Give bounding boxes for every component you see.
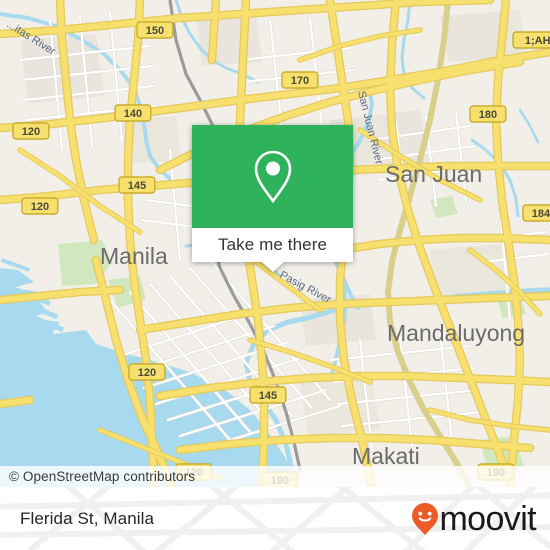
route-shield[interactable]: 120 <box>21 197 59 215</box>
route-shield[interactable]: 180 <box>469 105 507 123</box>
callout-tail-icon <box>261 262 284 272</box>
route-shield-label: 145 <box>259 390 277 402</box>
location-pin-icon <box>254 150 291 203</box>
take-me-there-label: Take me there <box>217 235 328 254</box>
place-title: Flerida St, Manila <box>20 508 155 528</box>
route-shield[interactable]: 145 <box>118 176 156 194</box>
map-place-label: Manila <box>100 243 168 269</box>
route-shield-label: 1;AH26 <box>525 35 550 47</box>
route-shield[interactable]: 140 <box>114 104 152 122</box>
route-shield[interactable]: 120 <box>12 122 50 140</box>
route-shield-label: 120 <box>31 201 49 213</box>
route-shield-label: 170 <box>291 75 309 87</box>
footer-bar: Flerida St, Manila moovit <box>0 487 550 550</box>
route-shield[interactable]: 150 <box>136 21 174 39</box>
moovit-pin-icon <box>412 502 439 535</box>
osm-attribution-text[interactable]: © OpenStreetMap contributors <box>0 469 195 484</box>
moovit-logo[interactable]: moovit <box>410 499 537 538</box>
map-place-label: San Juan <box>385 161 482 187</box>
route-shield[interactable]: 170 <box>281 71 319 89</box>
take-me-there-callout[interactable]: Take me there <box>192 125 353 272</box>
map-place-label: Mandaluyong <box>387 320 525 346</box>
screenshot-root: .rdc { stroke:#f7e06e; fill:none; stroke… <box>0 0 550 550</box>
route-shield-label: 180 <box>479 109 497 121</box>
route-shield-label: 184 <box>532 208 550 220</box>
callout-cta-bar[interactable]: Take me there <box>192 228 353 272</box>
route-shield[interactable]: 184 <box>522 204 550 222</box>
route-shield-label: 150 <box>146 25 164 37</box>
moovit-wordmark: moovit <box>439 499 536 538</box>
route-shield[interactable]: 145 <box>249 386 287 404</box>
route-shield[interactable]: 1;AH26 <box>512 31 550 49</box>
map-attribution-bar: © OpenStreetMap contributors <box>0 466 550 487</box>
route-shield-label: 120 <box>22 126 40 138</box>
route-shield-label: 140 <box>124 108 142 120</box>
callout-pin-panel <box>192 125 353 228</box>
route-shield-label: 145 <box>128 180 146 192</box>
route-shield-label: 120 <box>138 367 156 379</box>
route-shield[interactable]: 120 <box>128 363 166 381</box>
